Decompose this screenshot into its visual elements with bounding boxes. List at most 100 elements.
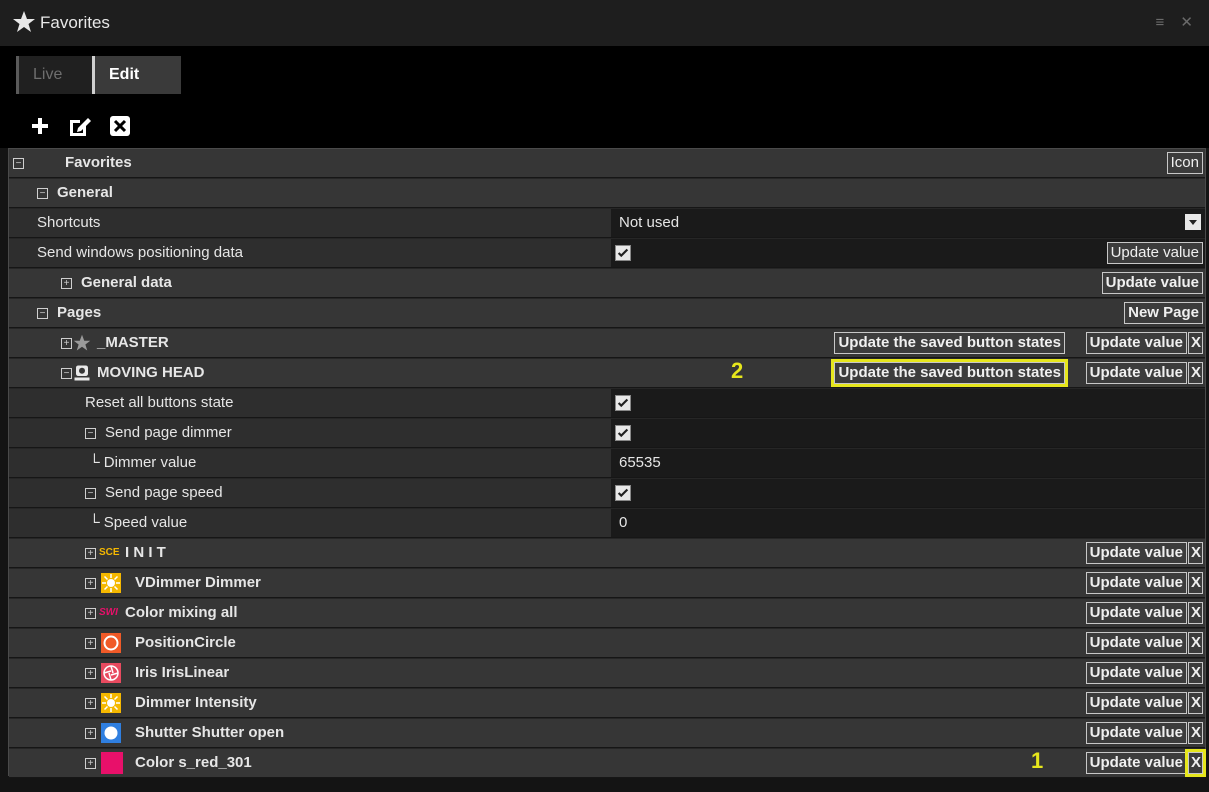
update-value-button[interactable]: Update value [1101, 272, 1203, 294]
sun-icon [101, 693, 121, 713]
moving-head-page-label: MOVING HEAD [97, 364, 205, 381]
speed-value-label: └ Speed value [89, 514, 188, 531]
list-item: + Dimmer Intensity Update value X [9, 689, 1205, 718]
sce-text-icon: SCE [99, 547, 120, 558]
collapse-icon[interactable]: − [85, 488, 96, 499]
collapse-icon[interactable]: − [13, 158, 24, 169]
expand-icon[interactable]: + [85, 668, 96, 679]
collapse-icon[interactable]: − [37, 308, 48, 319]
delete-x-button[interactable]: X [1188, 662, 1203, 684]
collapse-icon[interactable]: − [37, 188, 48, 199]
delete-x-button[interactable]: X [1188, 542, 1203, 564]
update-value-button[interactable]: Update value [1085, 602, 1187, 624]
update-value-button[interactable]: Update value [1085, 632, 1187, 654]
update-value-button[interactable]: Update value [1085, 722, 1187, 744]
tab-bar: Live Edit [0, 46, 1209, 104]
dimmer-value-input[interactable]: 65535 [611, 449, 1205, 477]
expand-icon[interactable]: + [85, 638, 96, 649]
send-windows-checkbox[interactable] [615, 245, 631, 261]
shortcuts-value: Not used [619, 214, 680, 231]
delete-x-button[interactable]: X [1188, 362, 1203, 384]
update-value-button[interactable]: Update value [1085, 692, 1187, 714]
edit-icon[interactable] [66, 112, 94, 140]
general-data-label: General data [81, 274, 172, 291]
reset-all-row: Reset all buttons state [9, 389, 1205, 418]
tab-edit[interactable]: Edit [92, 56, 181, 94]
send-windows-label: Send windows positioning data [37, 244, 243, 261]
list-item: + Color s_red_301 1 Update value X [9, 748, 1206, 778]
send-dimmer-checkbox[interactable] [615, 425, 631, 441]
update-value-button[interactable]: Update value [1085, 362, 1187, 384]
list-item: + Shutter Shutter open Update value X [9, 719, 1205, 748]
chevron-down-icon[interactable] [1185, 214, 1201, 230]
expand-icon[interactable]: + [85, 728, 96, 739]
update-saved-states-button[interactable]: Update the saved button states [831, 359, 1068, 387]
update-value-button[interactable]: Update value [1085, 572, 1187, 594]
update-saved-states-button[interactable]: Update the saved button states [834, 332, 1065, 354]
new-page-button[interactable]: New Page [1124, 302, 1203, 324]
list-item: + SWI Color mixing all Update value X [9, 599, 1205, 628]
delete-icon[interactable] [106, 112, 134, 140]
expand-icon[interactable]: + [85, 578, 96, 589]
icon-button[interactable]: Icon [1166, 152, 1203, 174]
expand-icon[interactable]: + [85, 758, 96, 769]
star-icon [73, 334, 91, 351]
color-swatch-icon [101, 752, 123, 774]
moving-head-page-row: − MOVING HEAD 2 Update the saved button … [9, 358, 1205, 388]
shortcuts-select[interactable]: Not used [611, 209, 1205, 237]
list-item: + SCE I N I T Update value X [9, 539, 1205, 568]
delete-x-button[interactable]: X [1188, 722, 1203, 744]
send-dimmer-label: Send page dimmer [105, 424, 232, 441]
expand-icon[interactable]: + [85, 548, 96, 559]
iris-icon [101, 663, 121, 683]
favorites-root-label: Favorites [65, 154, 132, 171]
reset-all-checkbox[interactable] [615, 395, 631, 411]
property-grid: − Favorites Icon − General Shortcuts Not… [8, 148, 1206, 778]
pages-row: − Pages New Page [9, 299, 1205, 328]
general-data-row: + General data Update value [9, 269, 1205, 298]
update-value-button[interactable]: Update value [1085, 542, 1187, 564]
send-speed-value [611, 479, 1205, 507]
add-icon[interactable] [26, 112, 54, 140]
update-value-button[interactable]: Update value [1085, 752, 1187, 774]
moving-head-icon [74, 365, 90, 381]
collapse-icon[interactable]: − [85, 428, 96, 439]
delete-x-button[interactable]: X [1188, 572, 1203, 594]
speed-value-row: └ Speed value 0 [9, 509, 1205, 538]
update-value-button[interactable]: Update value [1085, 662, 1187, 684]
collapse-icon[interactable]: − [61, 368, 72, 379]
delete-x-button[interactable]: X [1188, 332, 1203, 354]
expand-icon[interactable]: + [61, 278, 72, 289]
shortcuts-label: Shortcuts [37, 214, 101, 231]
pages-label: Pages [57, 304, 102, 321]
item-label: Color s_red_301 [135, 754, 252, 771]
expand-icon[interactable]: + [85, 698, 96, 709]
delete-x-button[interactable]: X [1188, 692, 1203, 714]
delete-x-button[interactable]: X [1185, 749, 1206, 777]
delete-x-button[interactable]: X [1188, 632, 1203, 654]
send-dimmer-value [611, 419, 1205, 447]
general-label: General [57, 184, 113, 201]
master-page-label: _MASTER [97, 334, 169, 351]
expand-icon[interactable]: + [61, 338, 72, 349]
sw-text-icon: SWI [99, 607, 118, 618]
general-row: − General [9, 179, 1205, 208]
list-item: + PositionCircle Update value X [9, 629, 1205, 658]
update-value-button[interactable]: Update value [1106, 242, 1203, 264]
update-value-button[interactable]: Update value [1085, 332, 1187, 354]
window-controls[interactable]: ≡ ✕ [1156, 13, 1200, 31]
reset-all-label: Reset all buttons state [85, 394, 234, 411]
expand-icon[interactable]: + [85, 608, 96, 619]
item-label: Dimmer Intensity [135, 694, 257, 711]
speed-value-input[interactable]: 0 [611, 509, 1205, 537]
toolbar [0, 104, 1209, 148]
delete-x-button[interactable]: X [1188, 602, 1203, 624]
send-speed-checkbox[interactable] [615, 485, 631, 501]
item-label: VDimmer Dimmer [135, 574, 261, 591]
dimmer-value-label: └ Dimmer value [89, 454, 197, 471]
reset-all-value [611, 389, 1205, 417]
send-windows-row: Send windows positioning data Update val… [9, 239, 1205, 268]
annotation-marker-1: 1 [1031, 748, 1044, 773]
annotation-marker-2: 2 [731, 358, 744, 383]
item-label: Shutter Shutter open [135, 724, 285, 741]
